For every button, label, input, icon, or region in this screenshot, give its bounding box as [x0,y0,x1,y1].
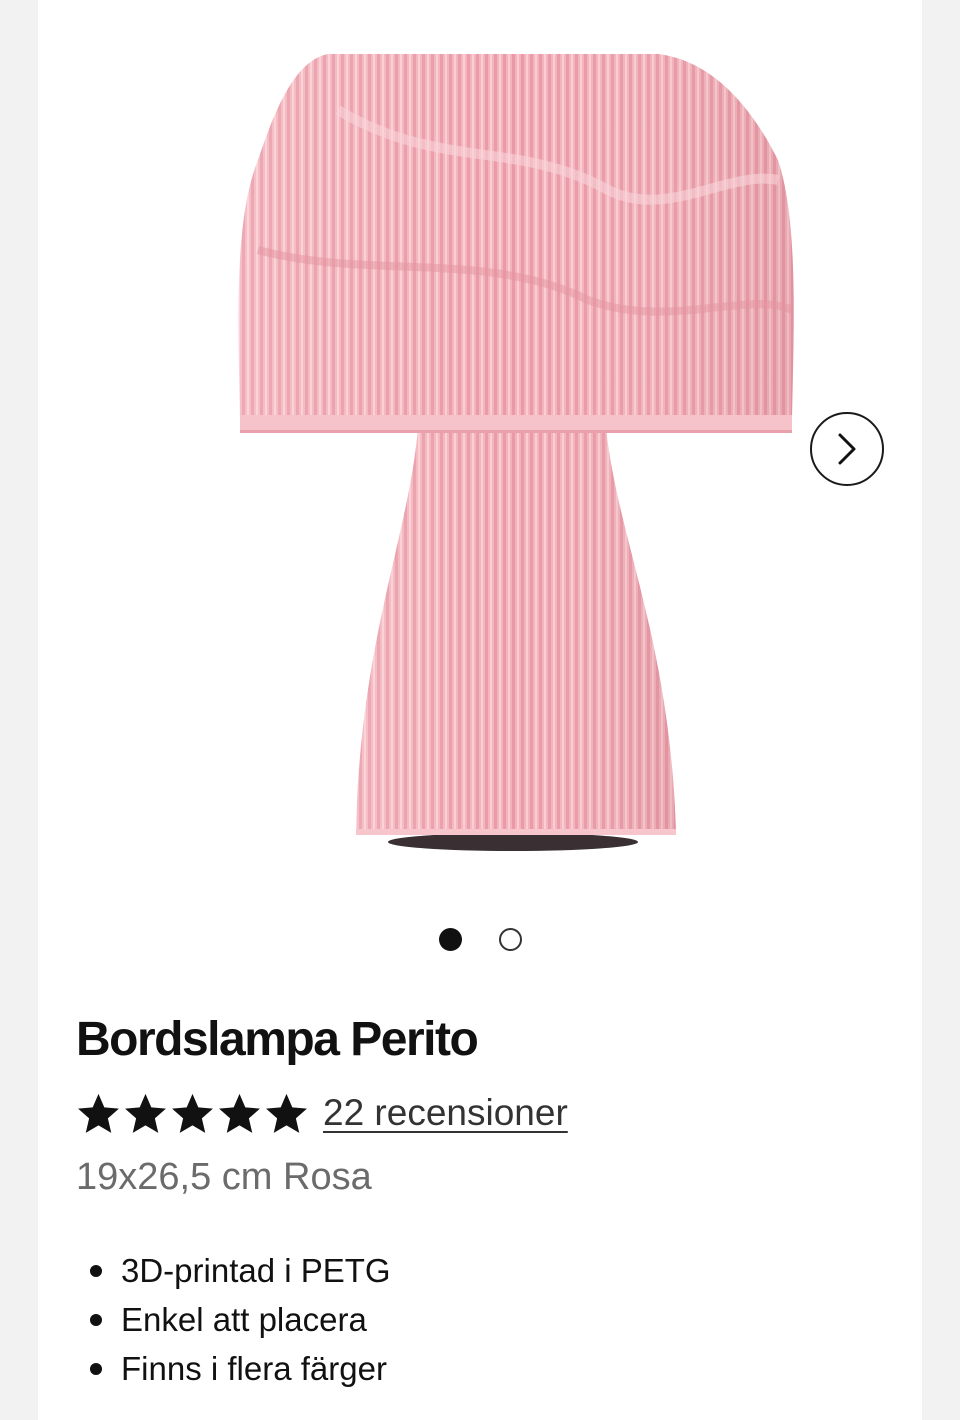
lamp-illustration [238,54,794,851]
star-icon [219,1093,260,1133]
rating-row: 22 recensioner [76,1086,568,1140]
list-item: Finns i flera färger [90,1344,391,1393]
product-image[interactable] [188,20,838,890]
star-icon [172,1093,213,1133]
star-rating [76,1091,309,1136]
carousel-next-button[interactable] [810,412,884,486]
star-icon [125,1093,166,1133]
carousel-dot-1[interactable] [438,928,462,951]
reviews-link[interactable]: 22 recensioner [323,1092,568,1134]
feature-text: Enkel att placera [121,1301,367,1338]
star-icon [78,1093,119,1133]
product-title: Bordslampa Perito [76,1013,479,1066]
carousel-pagination [38,928,922,952]
list-item: 3D-printad i PETG [90,1246,391,1295]
feature-list: 3D-printad i PETG Enkel att placera Finn… [90,1246,391,1393]
feature-text: Finns i flera färger [121,1350,387,1387]
product-card: Bordslampa Perito 22 recensioner 19x26,5… [38,0,922,1420]
carousel-dot-2[interactable] [498,928,522,951]
list-item: Enkel att placera [90,1295,391,1344]
bullet-icon [90,1264,102,1277]
chevron-right-icon [838,433,856,465]
bullet-icon [90,1313,102,1326]
bullet-icon [90,1362,102,1375]
star-icon [266,1093,307,1133]
feature-text: 3D-printad i PETG [121,1252,391,1289]
product-variant: 19x26,5 cm Rosa [76,1156,372,1198]
